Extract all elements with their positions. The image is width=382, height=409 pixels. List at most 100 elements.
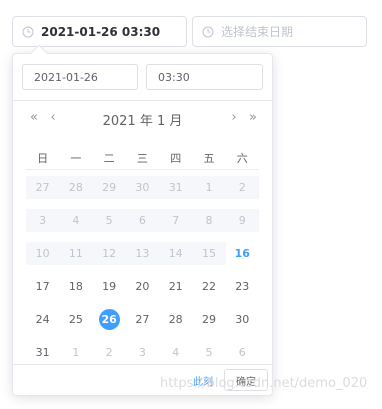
day-cell[interactable]: 24 <box>26 308 59 331</box>
day-number: 29 <box>102 181 117 194</box>
day-cell[interactable]: 27 <box>126 308 159 331</box>
day-number: 22 <box>201 280 216 293</box>
day-cell: 28 <box>59 176 93 199</box>
day-number: 15 <box>201 247 216 260</box>
weekday-label: 六 <box>236 152 248 165</box>
day-number: 30 <box>135 181 150 194</box>
day-number: 13 <box>135 247 150 260</box>
day-cell: 27 <box>26 176 60 199</box>
weekday-label: 四 <box>170 152 182 165</box>
month-navigation: « ‹ 2021 年 1 月 › » <box>13 106 272 132</box>
day-cell: 13 <box>125 242 160 265</box>
day-cell: 10 <box>26 242 60 265</box>
day-number: 18 <box>68 280 83 293</box>
day-cell[interactable]: 17 <box>26 275 59 298</box>
day-cell: 12 <box>92 242 126 265</box>
day-cell[interactable]: 1 <box>59 341 92 364</box>
day-cell[interactable]: 28 <box>159 308 192 331</box>
day-number: 4 <box>172 346 180 359</box>
day-cell: 14 <box>159 242 193 265</box>
day-cell[interactable]: 18 <box>59 275 92 298</box>
day-number: 5 <box>205 346 213 359</box>
day-number: 30 <box>235 313 250 326</box>
day-cell[interactable]: 4 <box>159 341 192 364</box>
day-cell: 31 <box>159 176 193 199</box>
day-cell-today[interactable]: 16 <box>226 242 259 265</box>
day-cell[interactable]: 3 <box>126 341 159 364</box>
watermark: https://blog.csdn.net/demo_020 <box>160 376 368 391</box>
day-cell: 1 <box>192 176 226 199</box>
day-number: 17 <box>35 280 50 293</box>
picker-date-value: 2021-01-26 <box>34 70 98 84</box>
day-number: 6 <box>238 346 246 359</box>
day-number: 19 <box>102 280 117 293</box>
day-cell[interactable]: 6 <box>226 341 259 364</box>
day-number: 31 <box>168 181 183 194</box>
picker-time-value: 03:30 <box>158 70 190 84</box>
day-number: 6 <box>138 214 146 227</box>
day-cell[interactable]: 2 <box>93 341 126 364</box>
day-number: 27 <box>135 313 150 326</box>
day-number: 2 <box>105 346 113 359</box>
week-row: 24 25 26 27 28 29 30 <box>26 308 259 341</box>
day-number: 3 <box>138 346 146 359</box>
day-cell[interactable]: 5 <box>192 341 225 364</box>
day-cell[interactable]: 20 <box>126 275 159 298</box>
day-cell[interactable]: 31 <box>26 341 59 364</box>
day-cell[interactable]: 30 <box>226 308 259 331</box>
picker-date-input[interactable]: 2021-01-26 <box>22 64 138 90</box>
day-number: 9 <box>238 214 246 227</box>
day-cell[interactable]: 22 <box>192 275 225 298</box>
end-date-placeholder: 选择结束日期 <box>221 25 294 39</box>
day-number: 28 <box>168 313 183 326</box>
day-number: 1 <box>205 181 213 194</box>
day-number: 14 <box>168 247 183 260</box>
weekday-label: 二 <box>103 152 115 165</box>
day-number: 26 <box>98 309 120 330</box>
day-cell-selected[interactable]: 26 <box>93 308 126 331</box>
day-cell[interactable]: 29 <box>192 308 225 331</box>
day-cell: 3 <box>26 209 60 232</box>
day-number: 28 <box>68 181 83 194</box>
day-number: 1 <box>72 346 80 359</box>
day-cell[interactable]: 21 <box>159 275 192 298</box>
start-datetime-input[interactable]: 2021-01-26 03:30 <box>12 16 187 47</box>
next-month-button[interactable]: › <box>227 110 241 125</box>
day-cell: 5 <box>92 209 126 232</box>
day-cell: 29 <box>92 176 126 199</box>
day-number: 7 <box>172 214 180 227</box>
week-row: 10 11 12 13 14 15 16 <box>26 242 259 275</box>
day-number: 11 <box>68 247 83 260</box>
day-number: 8 <box>205 214 213 227</box>
day-cell: 30 <box>125 176 160 199</box>
day-cell[interactable]: 25 <box>59 308 92 331</box>
weekday-divider <box>26 169 259 170</box>
week-row: 27 28 29 30 31 1 2 <box>26 176 259 209</box>
end-date-input[interactable]: 选择结束日期 <box>192 16 367 47</box>
day-cell: 9 <box>225 209 259 232</box>
day-cell[interactable]: 19 <box>93 275 126 298</box>
day-cell: 7 <box>159 209 193 232</box>
day-number: 2 <box>238 181 246 194</box>
clock-icon <box>22 26 34 38</box>
day-number: 10 <box>35 247 50 260</box>
picker-time-input[interactable]: 03:30 <box>146 64 263 90</box>
day-cell: 11 <box>59 242 93 265</box>
day-number: 21 <box>168 280 183 293</box>
day-cell[interactable]: 23 <box>226 275 259 298</box>
day-number: 20 <box>135 280 150 293</box>
day-number: 23 <box>235 280 250 293</box>
start-datetime-value: 2021-01-26 03:30 <box>41 24 161 39</box>
weekday-label: 五 <box>203 152 215 165</box>
clock-icon <box>202 26 214 38</box>
day-cell: 8 <box>192 209 226 232</box>
day-number: 29 <box>201 313 216 326</box>
weekday-label: 一 <box>70 152 82 165</box>
week-row: 3 4 5 6 7 8 9 <box>26 209 259 242</box>
day-cell: 15 <box>192 242 226 265</box>
day-grid: 27 28 29 30 31 1 2 3 4 5 6 7 8 9 10 11 12 13 14 15 16 17 18 19 2… <box>26 176 259 374</box>
day-number: 12 <box>102 247 117 260</box>
next-year-button[interactable]: » <box>246 110 260 125</box>
day-number: 16 <box>234 247 250 260</box>
day-cell: 6 <box>125 209 160 232</box>
